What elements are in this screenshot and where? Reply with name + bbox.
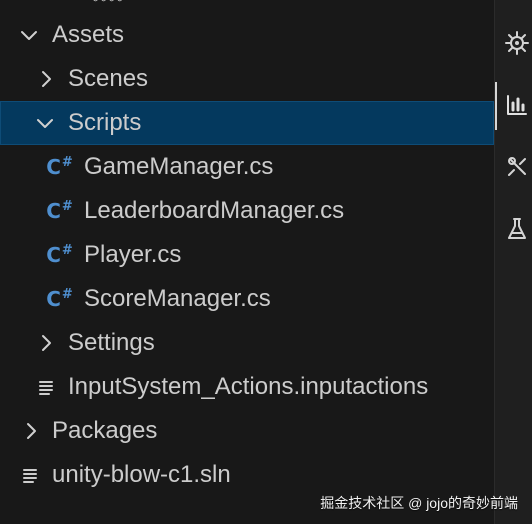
tree-item-player[interactable]: C # Player.cs bbox=[0, 233, 494, 277]
activity-bar bbox=[494, 0, 532, 524]
tree-item-scenes[interactable]: Scenes bbox=[0, 57, 494, 101]
text-file-icon bbox=[20, 453, 40, 497]
chevron-right-icon[interactable] bbox=[22, 409, 40, 453]
tree-item-label: ScoreManager.cs bbox=[84, 285, 271, 312]
tree-item-label: Player.cs bbox=[84, 241, 182, 268]
file-explorer: ◦◦◦◦ Assets Scenes Scripts C# GameManage… bbox=[0, 0, 494, 524]
tree-item-solution[interactable]: unity-blow-c1.sln bbox=[0, 453, 494, 497]
tree-item-label: Settings bbox=[68, 329, 155, 356]
flask-icon[interactable] bbox=[503, 215, 531, 243]
csharp-file-icon: C # bbox=[46, 243, 73, 267]
csharp-file-icon: C # bbox=[46, 199, 73, 223]
chevron-right-icon[interactable] bbox=[37, 57, 55, 101]
tree-item-settings[interactable]: Settings bbox=[0, 321, 494, 365]
gear-icon[interactable] bbox=[503, 29, 531, 57]
tree-item-assets[interactable]: Assets bbox=[0, 13, 494, 57]
tree-item-label: LeaderboardManager.cs bbox=[84, 197, 345, 224]
tree-item-label: Scenes bbox=[68, 65, 149, 92]
tree-item-label: unity-blow-c1.sln bbox=[52, 461, 231, 488]
tree-item-leaderboardmanager[interactable]: C # LeaderboardManager.cs bbox=[0, 189, 494, 233]
watermark: 掘金技术社区 @ jojo的奇妙前端 bbox=[320, 495, 518, 511]
tree-item-label: Assets bbox=[52, 21, 125, 48]
tree-item-gamemanager[interactable]: C # GameManager.cs bbox=[0, 145, 494, 189]
csharp-file-icon: C # bbox=[46, 155, 73, 179]
active-indicator bbox=[495, 82, 497, 130]
tree-item-inputactions[interactable]: InputSystem_Actions.inputactions bbox=[0, 365, 494, 409]
chevron-down-icon[interactable] bbox=[20, 13, 38, 57]
tree-item-packages[interactable]: Packages bbox=[0, 409, 494, 453]
tree-item-label: Scripts bbox=[68, 109, 142, 136]
tree-item-scoremanager[interactable]: C # ScoreManager.cs bbox=[0, 277, 494, 321]
csharp-file-icon: C # bbox=[46, 287, 73, 311]
tree-item-scripts[interactable]: Scripts bbox=[0, 101, 494, 145]
tree-item-label: InputSystem_Actions.inputactions bbox=[68, 373, 429, 400]
vscode-window: ◦◦◦◦ Assets Scenes Scripts C# GameManage… bbox=[0, 0, 532, 524]
tree-item-label: Packages bbox=[52, 417, 158, 444]
chevron-down-icon[interactable] bbox=[36, 101, 54, 145]
text-file-icon bbox=[36, 365, 56, 409]
clipped-folder-label: ◦◦◦◦ bbox=[92, 0, 144, 5]
chevron-right-icon[interactable] bbox=[37, 321, 55, 365]
tree-item-label: GameManager.cs bbox=[84, 153, 274, 180]
chart-icon[interactable] bbox=[503, 91, 531, 119]
tools-icon[interactable] bbox=[503, 153, 531, 181]
